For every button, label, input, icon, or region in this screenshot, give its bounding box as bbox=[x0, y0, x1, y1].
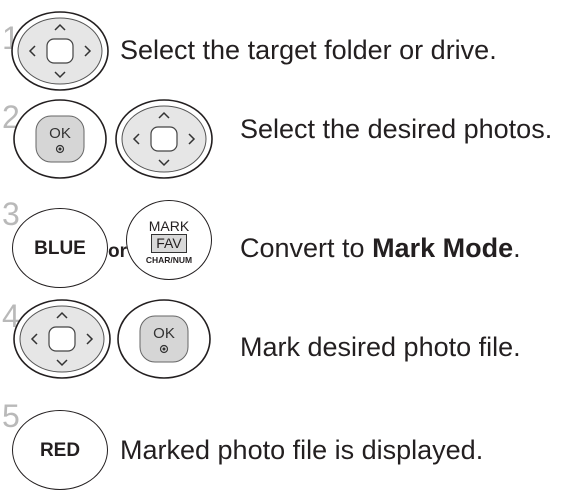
blue-button-label: BLUE bbox=[34, 238, 86, 259]
mark-label: MARK bbox=[148, 218, 190, 234]
charnum-label: CHAR/NUM bbox=[145, 255, 193, 265]
step-4: 4 OK Mark desired photo file. bbox=[0, 298, 570, 400]
step-3: 3 BLUE or MARK FAV CHAR/NUM Convert to M… bbox=[0, 198, 570, 298]
ok-label: OK bbox=[49, 125, 71, 142]
step-3-text-plain: Convert to bbox=[240, 233, 373, 263]
navigation-pad-icon bbox=[11, 11, 109, 91]
navigation-pad-icon bbox=[115, 99, 213, 179]
mark-mode-label: Mark Mode bbox=[372, 233, 514, 263]
navigation-pad-icon bbox=[13, 299, 111, 379]
step-1: 1 Select the target folder or drive. bbox=[0, 0, 570, 98]
step-2: 2 OK Select the desired photos. bbox=[0, 98, 570, 198]
step-4-text: Mark desired photo file. bbox=[240, 332, 521, 362]
step-5: 5 RED Marked photo file is displayed. bbox=[0, 400, 570, 502]
step-3-text-end: . bbox=[513, 233, 521, 263]
step-2-text: Select the desired photos. bbox=[240, 114, 553, 144]
step-5-text: Marked photo file is displayed. bbox=[120, 435, 484, 465]
step-1-text: Select the target folder or drive. bbox=[120, 35, 497, 65]
step-3-text: Convert to Mark Mode. bbox=[240, 235, 521, 262]
fav-label: FAV bbox=[151, 234, 187, 253]
step-number: 3 bbox=[2, 196, 20, 232]
step-number: 5 bbox=[2, 398, 20, 434]
red-button-label: RED bbox=[39, 440, 81, 461]
ok-label: OK bbox=[153, 325, 175, 342]
or-label: or bbox=[108, 241, 127, 262]
